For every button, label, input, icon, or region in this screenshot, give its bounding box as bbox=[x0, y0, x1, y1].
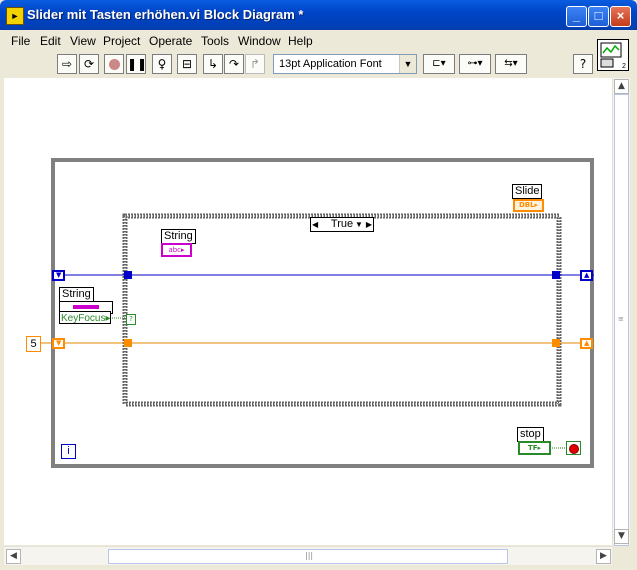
stop-terminal[interactable]: TF▸ bbox=[518, 441, 551, 455]
abort-icon[interactable] bbox=[104, 54, 124, 74]
menu-help[interactable]: Help bbox=[288, 34, 313, 48]
string-case-label: String bbox=[161, 229, 196, 244]
grip-icon: ||| bbox=[305, 551, 314, 560]
stop-sign-icon bbox=[568, 444, 579, 454]
align-objects-icon[interactable]: ⊏▾ bbox=[423, 54, 455, 74]
case-selector-terminal[interactable]: ? bbox=[126, 314, 136, 325]
slide-terminal[interactable]: DBL▸ bbox=[513, 199, 544, 212]
font-select[interactable]: 13pt Application Font ▼ bbox=[273, 54, 417, 74]
close-button[interactable]: × bbox=[610, 6, 631, 27]
string-case-type: abc bbox=[168, 246, 182, 254]
toolbar: ⇨ ⟳ ❚❚ ♀ ⊟ ↳ ↷ ↱ 13pt Application Font ▼… bbox=[4, 52, 594, 78]
case-selector-value: True bbox=[330, 218, 354, 230]
run-arrow-icon[interactable]: ⇨ bbox=[57, 54, 77, 74]
menu-bar: File Edit View Project Operate Tools Win… bbox=[4, 31, 594, 51]
step-into-icon[interactable]: ↳ bbox=[203, 54, 223, 74]
retain-wire-values-icon[interactable]: ⊟ bbox=[177, 54, 197, 74]
case-prev-icon[interactable]: ◀ bbox=[312, 218, 318, 231]
shift-register-right-numeric[interactable]: ▲ bbox=[580, 338, 593, 349]
case-tunnel-out-refnum[interactable] bbox=[552, 271, 560, 279]
menu-project[interactable]: Project bbox=[103, 34, 140, 48]
vertical-scrollbar[interactable]: ▲ ≡ ▼ bbox=[612, 78, 630, 546]
reorder-icon[interactable]: ⇆▾ bbox=[495, 54, 527, 74]
size-grip[interactable] bbox=[612, 546, 629, 564]
case-tunnel-out-numeric[interactable] bbox=[552, 339, 560, 347]
while-loop[interactable] bbox=[51, 158, 594, 468]
string-label: String bbox=[59, 287, 94, 302]
case-next-icon[interactable]: ▶ bbox=[366, 218, 372, 231]
shift-register-left-numeric[interactable]: ▼ bbox=[52, 338, 65, 349]
case-tunnel-in-refnum[interactable] bbox=[124, 271, 132, 279]
vertical-scroll-thumb[interactable]: ≡ bbox=[614, 94, 629, 546]
horizontal-scrollbar[interactable]: ◀ ||| ▶ bbox=[4, 546, 612, 565]
shift-register-right-refnum[interactable]: ▲ bbox=[580, 270, 593, 281]
minimize-button[interactable]: _ bbox=[566, 6, 587, 27]
stop-type: TF bbox=[527, 444, 538, 452]
vi-connector-icon: 2 bbox=[600, 42, 626, 70]
grip-icon: ≡ bbox=[618, 315, 624, 323]
menu-operate[interactable]: Operate bbox=[149, 34, 192, 48]
labview-vi-icon[interactable]: ► bbox=[6, 7, 24, 25]
chevron-down-icon: ▼ bbox=[399, 55, 416, 73]
scroll-down-icon[interactable]: ▼ bbox=[614, 529, 629, 544]
string-refnum-icon bbox=[73, 305, 99, 309]
run-continuously-icon[interactable]: ⟳ bbox=[79, 54, 99, 74]
step-out-icon[interactable]: ↱ bbox=[245, 54, 265, 74]
menu-tools[interactable]: Tools bbox=[201, 34, 229, 48]
string-case-terminal[interactable]: abc▸ bbox=[161, 243, 192, 257]
scroll-left-icon[interactable]: ◀ bbox=[6, 549, 21, 564]
numeric-constant[interactable]: 5 bbox=[26, 336, 41, 352]
highlight-execution-icon[interactable]: ♀ bbox=[152, 54, 172, 74]
menu-view[interactable]: View bbox=[70, 34, 96, 48]
case-tunnel-in-numeric[interactable] bbox=[124, 339, 132, 347]
keyfocus-property[interactable]: KeyFocus▸ bbox=[59, 311, 111, 324]
menu-file[interactable]: File bbox=[11, 34, 30, 48]
loop-condition-terminal[interactable] bbox=[566, 441, 581, 455]
menu-window[interactable]: Window bbox=[238, 34, 281, 48]
maximize-button[interactable]: □ bbox=[588, 6, 609, 27]
step-over-icon[interactable]: ↷ bbox=[224, 54, 244, 74]
keyfocus-label: KeyFocus bbox=[61, 313, 106, 324]
scroll-up-icon[interactable]: ▲ bbox=[614, 79, 629, 94]
shift-register-left-refnum[interactable]: ▼ bbox=[52, 270, 65, 281]
distribute-objects-icon[interactable]: ⊶▾ bbox=[459, 54, 491, 74]
window-title: Slider mit Tasten erhöhen.vi Block Diagr… bbox=[27, 7, 304, 22]
stop-label: stop bbox=[517, 427, 544, 442]
horizontal-scroll-thumb[interactable]: ||| bbox=[108, 549, 508, 564]
font-select-value: 13pt Application Font bbox=[279, 58, 382, 70]
iteration-terminal: i bbox=[61, 444, 76, 459]
case-selector[interactable]: ◀ True ▼ ▶ bbox=[310, 217, 374, 232]
connector-pane-icon[interactable]: 2 bbox=[597, 39, 629, 71]
slide-type: DBL bbox=[518, 201, 535, 209]
block-diagram-canvas[interactable]: ▼ ▲ ▼ ▲ ◀ True ▼ ▶ ? Slide DBL▸ String a… bbox=[4, 78, 612, 545]
svg-text:2: 2 bbox=[622, 63, 626, 70]
slide-label: Slide bbox=[512, 184, 543, 199]
menu-edit[interactable]: Edit bbox=[40, 34, 61, 48]
pause-icon[interactable]: ❚❚ bbox=[126, 54, 147, 74]
scroll-right-icon[interactable]: ▶ bbox=[596, 549, 611, 564]
case-dropdown-icon[interactable]: ▼ bbox=[355, 218, 363, 231]
title-bar[interactable]: ► Slider mit Tasten erhöhen.vi Block Dia… bbox=[0, 0, 637, 30]
help-icon[interactable]: ? bbox=[573, 54, 593, 74]
